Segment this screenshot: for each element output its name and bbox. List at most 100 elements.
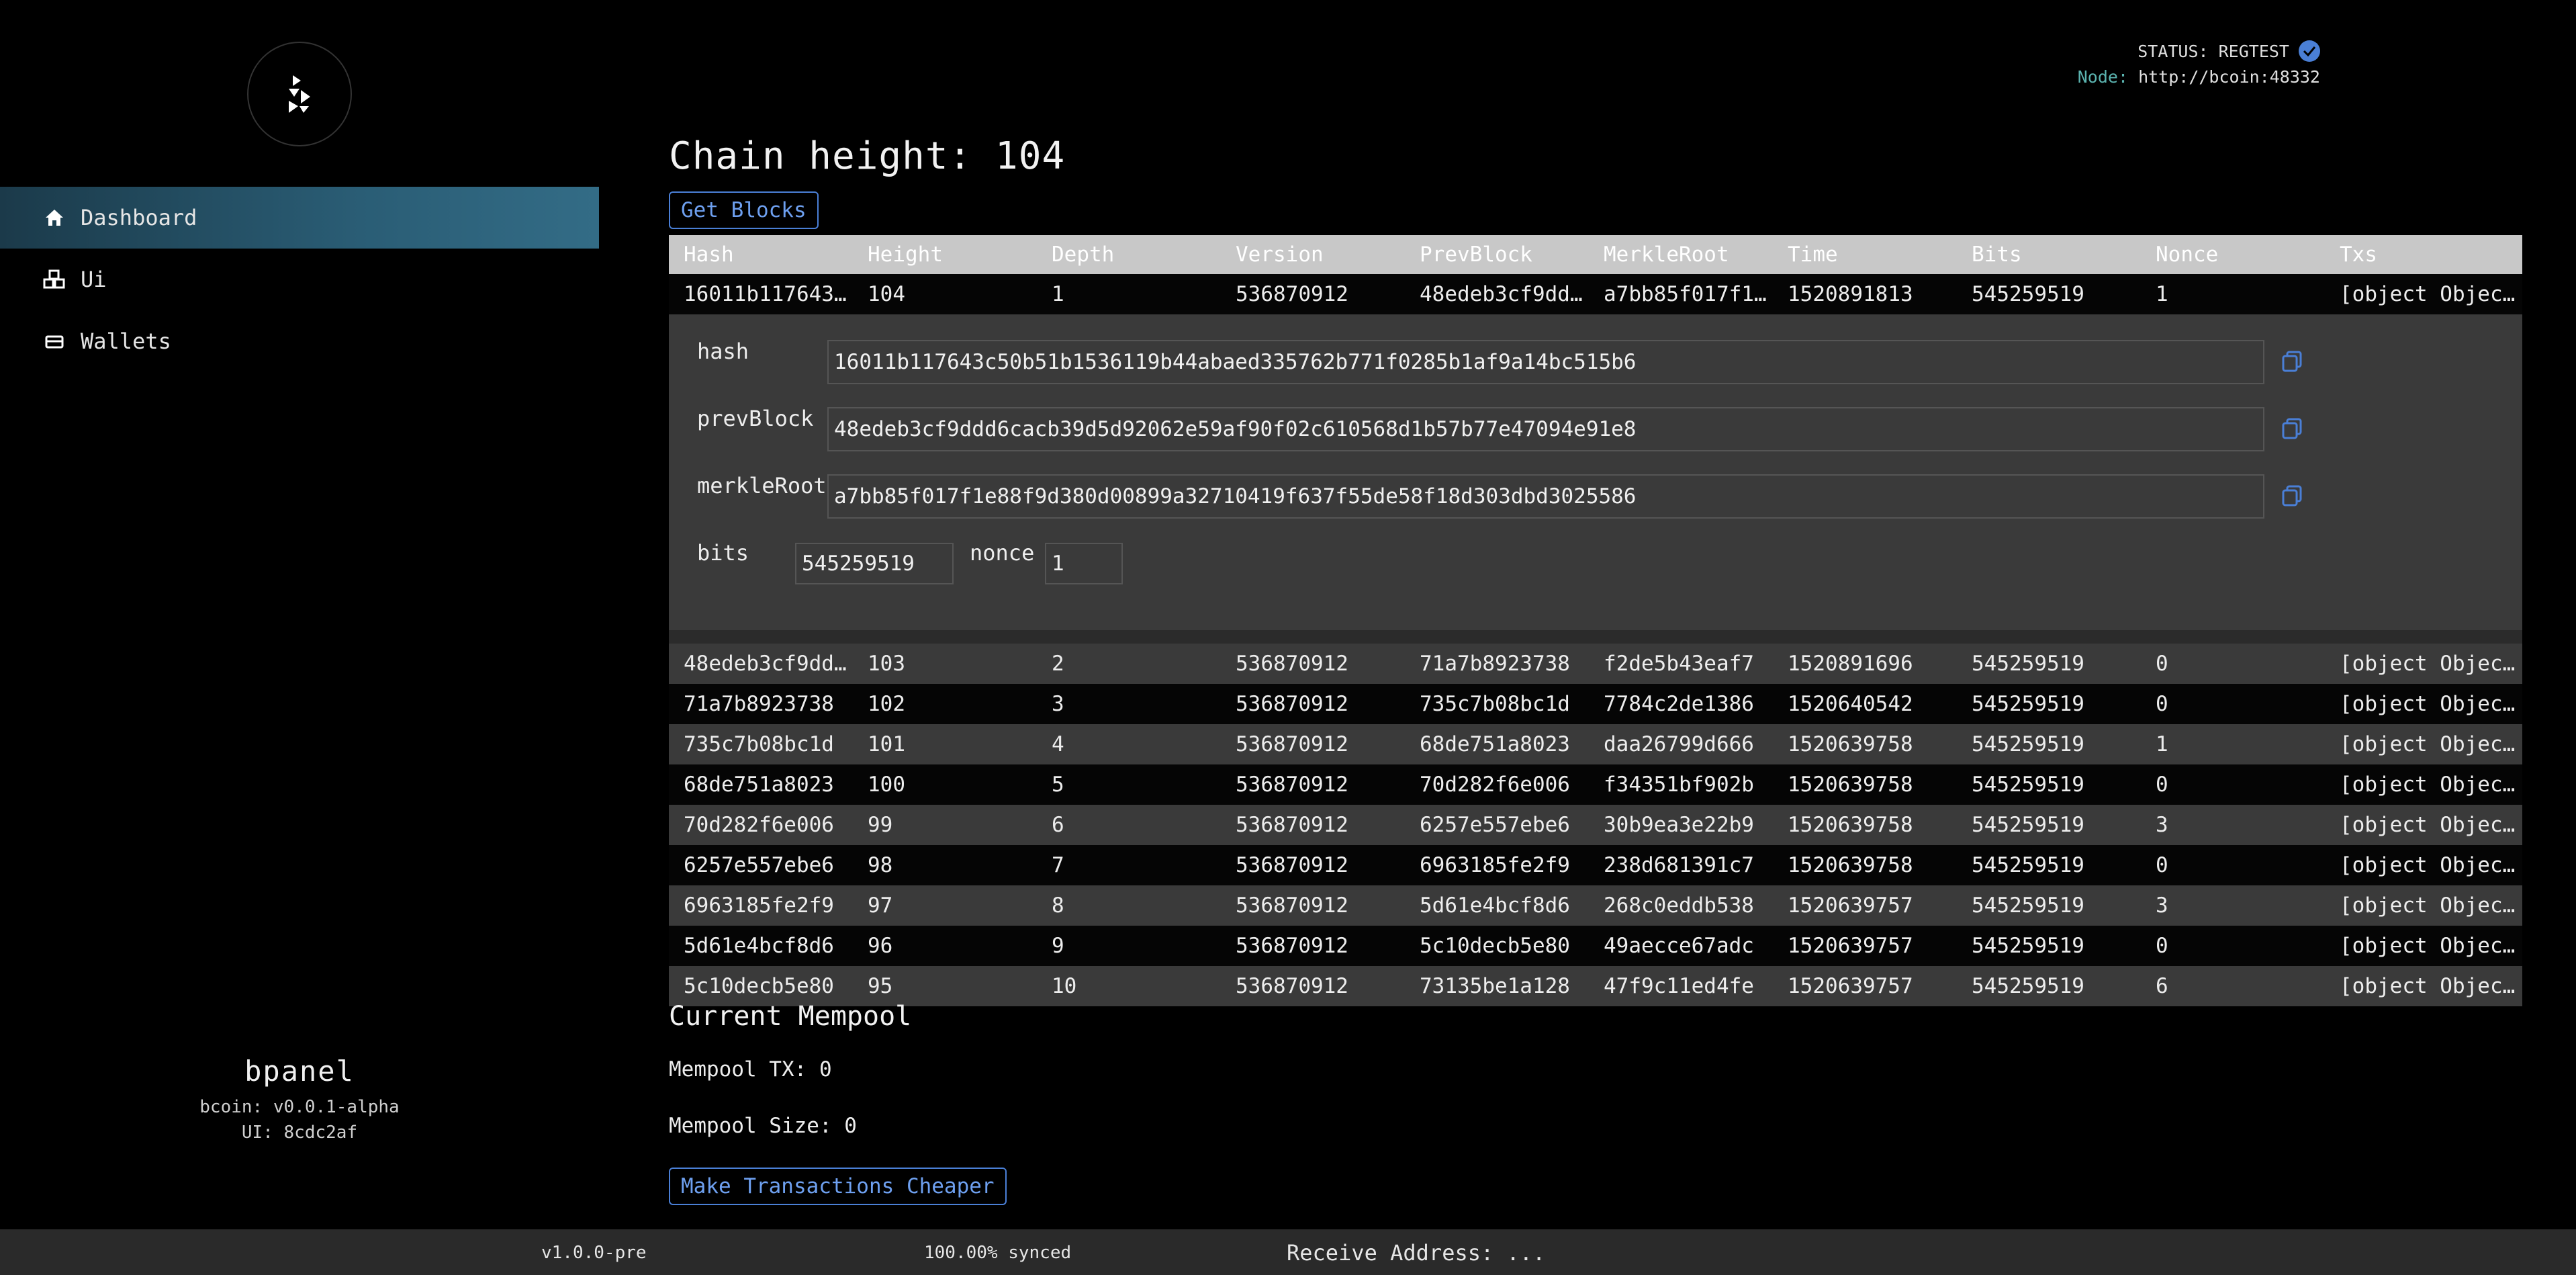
cell-nonce: 3	[2141, 805, 2325, 845]
cell-prevblock: 6257e557ebe6	[1405, 805, 1589, 845]
copy-merkleroot-icon[interactable]	[2281, 484, 2306, 509]
cell-time: 1520891696	[1773, 644, 1957, 684]
cell-txs: [object Object]	[2325, 966, 2522, 1006]
cell-prevblock: 68de751a8023	[1405, 724, 1589, 764]
get-blocks-button[interactable]: Get Blocks	[669, 191, 819, 229]
table-row[interactable]: 735c7b08bc1d 101 4 536870912 68de751a8023 daa…	[669, 724, 2522, 764]
table-row[interactable]: 71a7b8923738 102 3 536870912 735c7b08bc1d 778…	[669, 684, 2522, 724]
block-rows: 48edeb3cf9ddd6cacb39d5d92062e59af90f02c6…	[669, 644, 2522, 1006]
table-row[interactable]: 6257e557ebe6 98 7 536870912 6963185fe2f9 238d…	[669, 845, 2522, 885]
cell-merkleroot: a7bb85f017f1e88f9d380d00899a32710419f637…	[1589, 274, 1773, 314]
cell-bits: 545259519	[1957, 885, 2141, 926]
cell-depth: 2	[1037, 644, 1221, 684]
cell-bits: 545259519	[1957, 845, 2141, 885]
bits-field[interactable]: 545259519	[795, 543, 954, 584]
cell-merkleroot: f34351bf902b	[1589, 764, 1773, 805]
table-row[interactable]: 6963185fe2f9 97 8 536870912 5d61e4bcf8d6 268c…	[669, 885, 2522, 926]
cell-prevblock: 6963185fe2f9	[1405, 845, 1589, 885]
table-row[interactable]: 48edeb3cf9ddd6cacb39d5d92062e59af90f02c6…	[669, 644, 2522, 684]
column-header-merkleroot[interactable]: MerkleRoot	[1589, 235, 1773, 274]
column-header-time[interactable]: Time	[1773, 235, 1957, 274]
cell-depth: 9	[1037, 926, 1221, 966]
copy-prevblock-icon[interactable]	[2281, 416, 2306, 442]
cell-txs: [object Object]	[2325, 845, 2522, 885]
cell-time: 1520639758	[1773, 845, 1957, 885]
column-header-bits[interactable]: Bits	[1957, 235, 2141, 274]
blocks-table: Hash Height Depth Version PrevBlock Merk…	[669, 235, 2522, 1006]
ui-version: UI: 8cdc2af	[241, 1123, 358, 1143]
column-header-txs[interactable]: Txs	[2325, 235, 2522, 274]
table-row[interactable]: 70d282f6e006 99 6 536870912 6257e557ebe6 30b9…	[669, 805, 2522, 845]
sync-status: 100.00% synced	[924, 1243, 1072, 1263]
sidebar-item-wallets[interactable]: Wallets	[0, 310, 599, 372]
cell-time: 1520640542	[1773, 684, 1957, 724]
cell-version: 536870912	[1221, 926, 1405, 966]
cell-nonce: 1	[2141, 274, 2325, 314]
table-spacer	[669, 630, 2522, 644]
cell-version: 536870912	[1221, 845, 1405, 885]
cubes-icon	[43, 268, 66, 291]
column-header-height[interactable]: Height	[853, 235, 1037, 274]
mempool-tx: Mempool TX: 0	[669, 1057, 832, 1082]
cell-nonce: 0	[2141, 845, 2325, 885]
cell-depth: 6	[1037, 805, 1221, 845]
table-row[interactable]: 5c10decb5e80 95 10 536870912 73135be1a128 47f…	[669, 966, 2522, 1006]
check-circle-icon	[2299, 40, 2320, 62]
hash-field[interactable]: 16011b117643c50b51b1536119b44abaed335762…	[827, 340, 2264, 384]
cell-version: 536870912	[1221, 885, 1405, 926]
cell-prevblock: 48edeb3cf9ddd6cacb39d5d92062e59af90f02c6…	[1405, 274, 1589, 314]
cell-hash: 70d282f6e006	[669, 805, 853, 845]
bits-label: bits	[697, 540, 749, 566]
cell-txs: [object Object]	[2325, 885, 2522, 926]
cell-txs: [object Object]	[2325, 724, 2522, 764]
table-row[interactable]: 68de751a8023 100 5 536870912 70d282f6e006 f34…	[669, 764, 2522, 805]
prevblock-field[interactable]: 48edeb3cf9ddd6cacb39d5d92062e59af90f02c6…	[827, 407, 2264, 451]
cell-hash: 68de751a8023	[669, 764, 853, 805]
cell-nonce: 0	[2141, 764, 2325, 805]
merkleroot-field[interactable]: a7bb85f017f1e88f9d380d00899a32710419f637…	[827, 474, 2264, 519]
sidebar-nav: Dashboard Ui Wallets	[0, 187, 599, 372]
cell-nonce: 6	[2141, 966, 2325, 1006]
cell-version: 536870912	[1221, 805, 1405, 845]
cell-bits: 545259519	[1957, 926, 2141, 966]
cell-time: 1520639758	[1773, 764, 1957, 805]
receive-address: Receive Address: ...	[1287, 1240, 1546, 1266]
sidebar: Dashboard Ui Wallets bpanel bcoin: v0.0.…	[0, 0, 599, 1229]
status-text: STATUS: REGTEST	[2137, 41, 2289, 61]
cell-depth: 5	[1037, 764, 1221, 805]
cell-time: 1520639758	[1773, 805, 1957, 845]
cell-time: 1520639758	[1773, 724, 1957, 764]
sidebar-item-dashboard[interactable]: Dashboard	[0, 187, 599, 249]
cell-txs: [object Object]	[2325, 274, 2522, 314]
copy-hash-icon[interactable]	[2281, 349, 2306, 375]
column-header-depth[interactable]: Depth	[1037, 235, 1221, 274]
cell-height: 98	[853, 845, 1037, 885]
make-transactions-cheaper-button[interactable]: Make Transactions Cheaper	[669, 1168, 1007, 1205]
cell-txs: [object Object]	[2325, 805, 2522, 845]
column-header-hash[interactable]: Hash	[669, 235, 853, 274]
main-content: Chain height: 104 Get Blocks Hash Height…	[669, 134, 2522, 1006]
cell-nonce: 0	[2141, 644, 2325, 684]
table-row[interactable]: 5d61e4bcf8d6 96 9 536870912 5c10decb5e80 49ae…	[669, 926, 2522, 966]
cell-version: 536870912	[1221, 274, 1405, 314]
column-header-nonce[interactable]: Nonce	[2141, 235, 2325, 274]
brand-name: bpanel	[244, 1055, 355, 1088]
cell-bits: 545259519	[1957, 764, 2141, 805]
cell-bits: 545259519	[1957, 684, 2141, 724]
cell-txs: [object Object]	[2325, 926, 2522, 966]
cell-version: 536870912	[1221, 764, 1405, 805]
bcoin-version: bcoin: v0.0.1-alpha	[199, 1097, 400, 1117]
cell-merkleroot: 238d681391c7	[1589, 845, 1773, 885]
table-row-expanded[interactable]: 16011b117643c50b51b1536119b44abaed335762…	[669, 274, 2522, 314]
bpanel-logo-icon[interactable]	[247, 42, 352, 146]
cell-bits: 545259519	[1957, 274, 2141, 314]
cell-prevblock: 735c7b08bc1d	[1405, 684, 1589, 724]
column-header-prevblock[interactable]: PrevBlock	[1405, 235, 1589, 274]
nonce-field[interactable]: 1	[1045, 543, 1123, 584]
sidebar-item-label: Dashboard	[81, 205, 197, 230]
sidebar-item-ui[interactable]: Ui	[0, 249, 599, 310]
column-header-version[interactable]: Version	[1221, 235, 1405, 274]
cell-hash: 735c7b08bc1d	[669, 724, 853, 764]
home-icon	[43, 206, 66, 229]
cell-depth: 1	[1037, 274, 1221, 314]
